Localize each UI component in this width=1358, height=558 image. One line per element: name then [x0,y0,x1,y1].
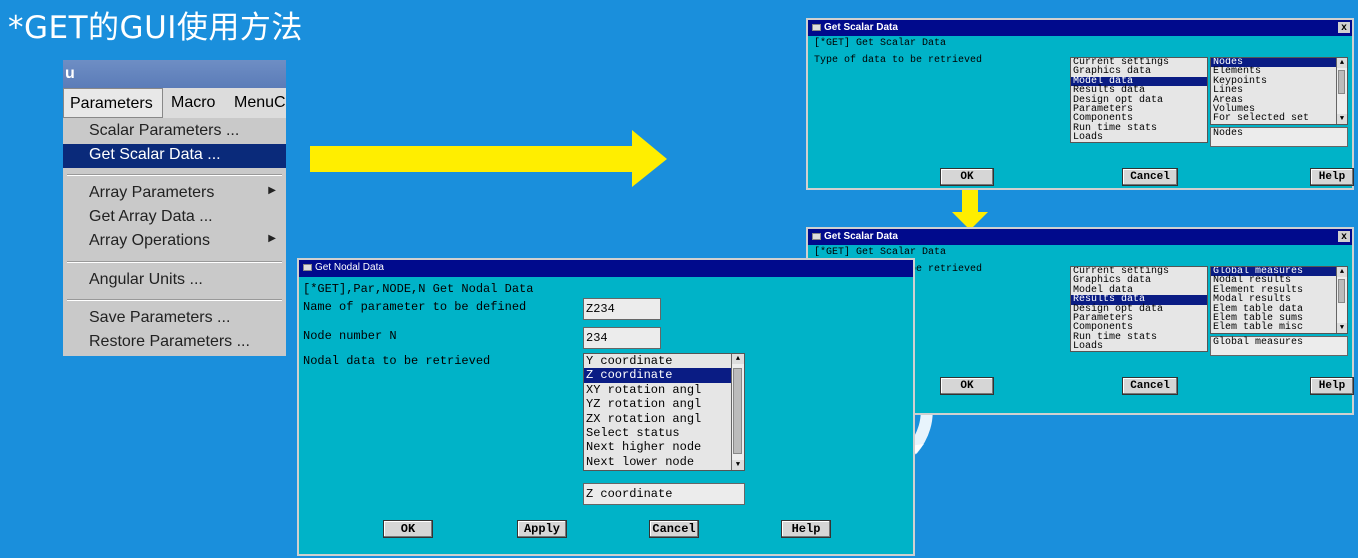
menu-separator [67,174,282,176]
dialog-titlebar: Get Scalar Data x [808,20,1352,36]
help-button[interactable]: Help [1310,377,1354,395]
selection-field[interactable]: Z coordinate [583,483,745,505]
node-number-input[interactable]: 234 [583,327,661,349]
window-icon [812,24,821,31]
list-item[interactable]: Next higher node [584,440,744,454]
selection-field[interactable]: Nodes [1210,127,1348,147]
scrollbar[interactable]: ▲ ▼ [731,354,744,470]
list-item[interactable]: YZ rotation angl [584,397,744,411]
submenu-arrow-icon: ▶ [268,185,276,196]
data-type-list[interactable]: Current settings Graphics data Model data R… [1070,266,1208,352]
menu-bar: Parameters Macro MenuC [63,88,286,118]
apply-button[interactable]: Apply [517,520,567,538]
ok-button[interactable]: OK [383,520,433,538]
dialog-prompt: Type of data to be retrieved [814,55,983,66]
close-icon[interactable]: x [1338,231,1350,242]
window-icon [303,264,312,271]
right-arrow-icon [310,130,667,187]
down-arrow-icon [952,190,988,230]
param-name-input[interactable]: Z234 [583,298,661,320]
get-scalar-data-dialog-1: Get Scalar Data x [*GET] Get Scalar Data … [806,18,1354,190]
list-item[interactable]: Loads [1071,132,1207,142]
list-item[interactable]: Loads [1071,341,1207,351]
data-subtype-list[interactable]: Nodes Elements Keypoints Lines Areas Volumes F… [1210,57,1348,125]
node-number-label: Node number N [303,329,397,343]
list-item[interactable]: Elem table misc [1211,323,1347,333]
ok-button[interactable]: OK [940,168,994,186]
list-item[interactable]: Z coordinate [584,368,744,383]
scroll-thumb[interactable] [1338,279,1345,303]
param-name-label: Name of parameter to be defined [303,300,527,314]
scroll-up-icon[interactable]: ▲ [1337,267,1347,277]
menu-window-title: u [63,60,286,88]
scrollbar[interactable]: ▲ ▼ [1336,58,1347,124]
menu-item-array-parameters[interactable]: Array Parameters ▶ [63,182,286,206]
scroll-up-icon[interactable]: ▲ [732,354,744,364]
menu-menuctrls[interactable]: MenuC [234,94,286,112]
data-type-list[interactable]: Current settings Graphics data Model data R… [1070,57,1208,143]
scroll-thumb[interactable] [1338,70,1345,94]
cancel-button[interactable]: Cancel [1122,168,1178,186]
menu-item-array-operations[interactable]: Array Operations ▶ [63,230,286,254]
help-button[interactable]: Help [1310,168,1354,186]
window-icon [812,233,821,240]
scroll-down-icon[interactable]: ▼ [1337,114,1347,124]
nodal-data-list[interactable]: Y coordinate Z coordinate XY rotation angl… [583,353,745,471]
list-item[interactable]: For selected set [1211,114,1347,124]
slide-title: *GET的GUI使用方法 [8,10,303,46]
menu-parameters[interactable]: Parameters [63,88,163,118]
dialog-titlebar: Get Scalar Data x [808,229,1352,245]
menu-item-restore-parameters[interactable]: Restore Parameters ... [63,331,286,355]
menu-macro[interactable]: Macro [171,94,215,112]
list-item[interactable]: XY rotation angl [584,383,744,397]
menu-item-get-array-data[interactable]: Get Array Data ... [63,206,286,230]
nodal-data-label: Nodal data to be retrieved [303,354,491,368]
scroll-up-icon[interactable]: ▲ [1337,58,1347,68]
menu-item-angular-units[interactable]: Angular Units ... [63,269,286,293]
list-item[interactable]: Next lower node [584,455,744,469]
scroll-down-icon[interactable]: ▼ [732,460,744,470]
menu-separator [67,261,282,263]
menu-item-scalar-parameters[interactable]: Scalar Parameters ... [63,120,286,144]
dialog-titlebar: Get Nodal Data [299,260,913,277]
submenu-arrow-icon: ▶ [268,233,276,244]
data-subtype-list[interactable]: Global measures Nodal results Element resu… [1210,266,1348,334]
scrollbar[interactable]: ▲ ▼ [1336,267,1347,333]
scroll-down-icon[interactable]: ▼ [1337,323,1347,333]
selection-field[interactable]: Global measures [1210,336,1348,356]
list-item[interactable]: ZX rotation angl [584,412,744,426]
list-item[interactable]: Select status [584,426,744,440]
menu-item-get-scalar-data[interactable]: Get Scalar Data ... [63,144,286,168]
dialog-header: [*GET] Get Scalar Data [814,38,947,49]
list-item[interactable]: Y coordinate [584,354,744,368]
get-nodal-data-dialog: Get Nodal Data [*GET],Par,NODE,N Get Nod… [297,258,915,556]
menu-item-save-parameters[interactable]: Save Parameters ... [63,307,286,331]
cancel-button[interactable]: Cancel [1122,377,1178,395]
scroll-thumb[interactable] [733,368,742,454]
menu-separator [67,299,282,301]
ok-button[interactable]: OK [940,377,994,395]
help-button[interactable]: Help [781,520,831,538]
dialog-header: [*GET] Get Scalar Data [814,247,947,258]
parameters-menu-window: u Parameters Macro MenuC Scalar Paramete… [63,60,286,356]
dialog-header: [*GET],Par,NODE,N Get Nodal Data [303,282,534,296]
cancel-button[interactable]: Cancel [649,520,699,538]
close-icon[interactable]: x [1338,22,1350,33]
